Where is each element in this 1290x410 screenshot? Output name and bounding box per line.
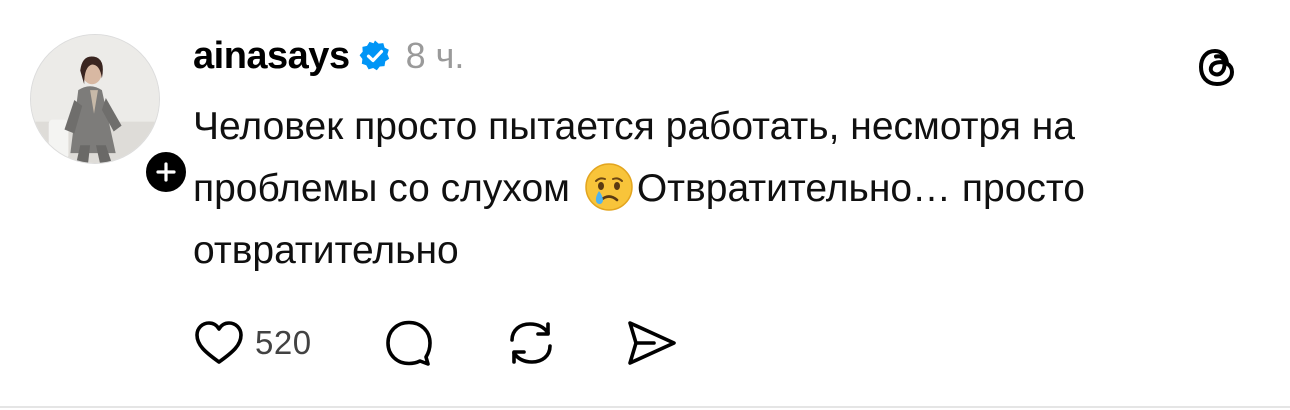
repost-button[interactable] [504,318,558,368]
username-link[interactable]: ainasays [193,35,350,78]
repost-icon [509,322,552,364]
crying-face-emoji [583,161,635,213]
divider [0,406,1290,408]
avatar[interactable] [30,34,160,164]
avatar-container [30,34,190,196]
thread-post: ainasays 8 ч. Человек просто пытается ра… [0,0,1290,410]
threads-logo-icon[interactable] [1196,44,1238,90]
send-icon [627,321,676,365]
heart-icon [195,321,243,364]
verified-badge-icon [358,39,392,73]
follow-button[interactable] [142,148,190,196]
post-header: ainasays 8 ч. [193,30,464,82]
action-bar: 520 [193,315,680,371]
post-text-line: проблемы со слухом Отвратительно… просто [193,158,1263,220]
post-text-segment: проблемы со слухом [193,167,581,210]
post-text-segment: Отвратительно… просто [636,167,1086,210]
avatar-photo [31,35,159,163]
share-button[interactable] [624,317,680,369]
comment-bubble-icon [385,320,432,366]
like-button[interactable]: 520 [193,319,312,367]
post-text: Человек просто пытается работать, несмот… [193,96,1263,282]
reply-button[interactable] [382,317,434,369]
like-count: 520 [255,324,312,361]
plus-icon [156,162,176,182]
post-text-line: Человек просто пытается работать, несмот… [193,105,1075,148]
post-timestamp: 8 ч. [405,35,465,76]
post-text-line: отвратительно [193,229,459,272]
